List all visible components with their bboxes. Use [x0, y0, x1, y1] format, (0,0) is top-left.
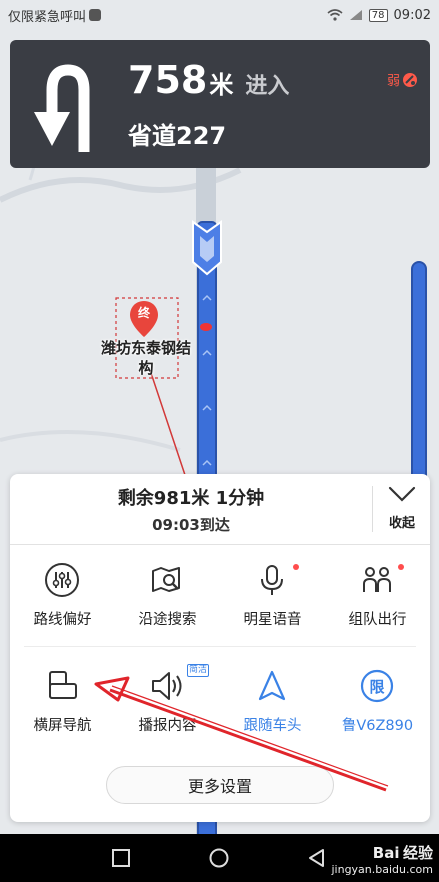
- turn-guidance-card[interactable]: 758 米 进入 省道227 弱: [10, 40, 430, 168]
- route-preference-button[interactable]: 路线偏好: [10, 558, 115, 648]
- divider: [372, 486, 373, 532]
- follow-heading-button[interactable]: 跟随车头: [220, 664, 325, 754]
- watermark-jingyan: 经验: [402, 844, 433, 862]
- license-plate-label: 鲁V6Z890: [341, 718, 414, 734]
- u-turn-arrow-icon: [34, 64, 90, 152]
- notification-icon: [89, 9, 102, 21]
- options-row-2: 横屏导航 简洁 播报内容 跟随车头 限 鲁V6Z890: [10, 664, 430, 754]
- collapse-label: 收起: [388, 516, 415, 531]
- celebrity-voice-label: 明星语音: [243, 612, 302, 628]
- remaining-distance-time: 剩余981米 1分钟: [117, 488, 265, 509]
- clock: 09:02: [393, 7, 431, 23]
- destination-marker[interactable]: 终 潍坊东泰钢结构: [101, 300, 191, 378]
- team-icon: [363, 567, 391, 592]
- restriction-icon: 限: [360, 669, 394, 703]
- next-road-name: 省道227: [128, 122, 227, 150]
- status-bar: 仅限紧急呼叫 78 09:02: [0, 0, 439, 30]
- home-icon[interactable]: [208, 847, 230, 869]
- distance-value: 758: [128, 58, 208, 102]
- divider: [10, 544, 430, 545]
- wifi-icon: [327, 9, 343, 21]
- team-travel-label: 组队出行: [348, 612, 407, 628]
- signal-icon: [349, 10, 362, 20]
- landscape-navigation-button[interactable]: 横屏导航: [10, 664, 115, 754]
- restriction-icon-text: 限: [369, 678, 384, 696]
- concise-mode-badge: 简洁: [187, 664, 210, 677]
- chevron-down-icon: [388, 486, 416, 502]
- search-along-route-button[interactable]: 沿途搜索: [115, 558, 220, 648]
- sliders-icon: [45, 563, 79, 597]
- follow-heading-label: 跟随车头: [243, 718, 302, 734]
- gps-signal-label: 弱: [386, 74, 400, 89]
- watermark: Bai 经验 jingyan.baidu.com: [323, 842, 433, 878]
- destination-name: 潍坊东泰钢结构: [100, 339, 191, 377]
- satellite-icon: [403, 72, 417, 87]
- recent-apps-icon[interactable]: [110, 847, 132, 869]
- divider: [24, 646, 416, 647]
- options-row-1: 路线偏好 沿途搜索 明星语音 组队出行: [10, 558, 430, 648]
- new-indicator-dot: [398, 564, 404, 570]
- license-plate-restriction-button[interactable]: 限 鲁V6Z890: [325, 664, 430, 754]
- collapse-button[interactable]: 收起: [380, 484, 424, 538]
- landscape-icon: [49, 671, 77, 699]
- distance-unit: 米: [209, 71, 234, 99]
- search-along-route-label: 沿途搜索: [138, 612, 197, 628]
- gps-signal-status: 弱: [387, 70, 418, 89]
- trip-summary: 剩余981米 1分钟 09:03到达: [10, 474, 372, 544]
- navigation-arrow-icon: [258, 670, 286, 701]
- microphone-icon: [261, 565, 283, 595]
- celebrity-voice-button[interactable]: 明星语音: [220, 558, 325, 648]
- team-travel-button[interactable]: 组队出行: [325, 558, 430, 648]
- new-indicator-dot: [293, 564, 299, 570]
- broadcast-content-button[interactable]: 简洁 播报内容: [115, 664, 220, 754]
- map-search-icon: [152, 567, 180, 592]
- maneuver-action: 进入: [245, 74, 290, 99]
- route-preference-label: 路线偏好: [33, 612, 92, 628]
- more-settings-button[interactable]: 更多设置: [106, 766, 334, 804]
- emergency-call-text: 仅限紧急呼叫: [8, 9, 87, 25]
- watermark-brand: Bai: [372, 844, 400, 862]
- navigation-options-panel: 剩余981米 1分钟 09:03到达 收起 路线偏好 沿途搜索 明星语音 组队出…: [10, 474, 430, 822]
- watermark-url: jingyan.baidu.com: [331, 863, 433, 876]
- landscape-navigation-label: 横屏导航: [33, 718, 92, 734]
- speaker-icon: [152, 672, 182, 700]
- broadcast-content-label: 播报内容: [138, 718, 197, 734]
- destination-pin-label: 终: [137, 306, 150, 320]
- battery-indicator: 78: [368, 8, 388, 22]
- distance-readout: 758 米 进入: [128, 58, 289, 102]
- arrival-time: 09:03到达: [152, 516, 230, 534]
